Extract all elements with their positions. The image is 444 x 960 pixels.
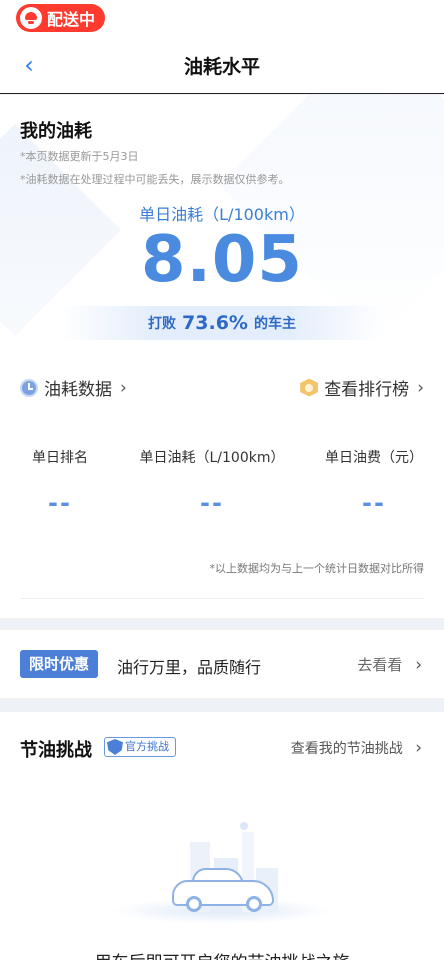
- clock-icon: [20, 378, 38, 397]
- fuel-summary-card: 我的油耗 *本页数据更新于5月3日 *油耗数据在处理过程中可能丢失，展示数据仅供…: [0, 95, 444, 618]
- stat-value: --: [200, 489, 224, 517]
- car-wheel: [246, 896, 262, 912]
- challenge-title: 节油挑战: [20, 740, 92, 761]
- decor-dot: [240, 822, 248, 830]
- disclaimer-note: *油耗数据在处理过程中可能丢失，展示数据仅供参考。: [20, 173, 290, 186]
- promo-tag: 限时优惠: [20, 650, 99, 678]
- chevron-right-icon: ›: [120, 377, 127, 398]
- beat-suffix: 的车主: [253, 316, 296, 332]
- chevron-right-icon: ›: [417, 377, 424, 398]
- fuel-data-label: 油耗数据: [44, 380, 112, 400]
- chevron-right-icon: ›: [415, 655, 422, 675]
- car-wheel: [186, 896, 202, 912]
- divider: [20, 598, 424, 599]
- stat-value: --: [48, 489, 72, 517]
- promo-text: 油行万里，品质随行: [117, 658, 262, 677]
- delivery-logo-icon: [20, 7, 42, 29]
- status-strip: 配送中: [0, 0, 444, 36]
- stat-daily-cost: 单日油费（元） --: [318, 447, 430, 517]
- car-illustration: [110, 822, 334, 932]
- challenge-link-label: 查看我的节油挑战: [290, 741, 403, 757]
- beat-percentage-bar: 打败 73.6% 的车主: [60, 306, 384, 340]
- section-title: 我的油耗: [20, 121, 92, 142]
- stat-daily-consumption: 单日油耗（L/100km） --: [134, 447, 290, 517]
- stat-value: --: [362, 489, 386, 517]
- metric-label: 单日油耗（L/100km）: [139, 205, 305, 224]
- promo-banner[interactable]: 限时优惠 油行万里，品质随行 去看看 ›: [0, 630, 444, 698]
- update-note: *本页数据更新于5月3日: [20, 150, 139, 163]
- ranking-label: 查看排行榜: [324, 380, 410, 400]
- navbar: ‹ 油耗水平: [0, 36, 444, 94]
- fuel-data-link[interactable]: 油耗数据 ›: [20, 375, 127, 400]
- stat-label: 单日油耗（L/100km）: [139, 450, 285, 466]
- fuel-consumption-value: 8.05: [141, 223, 303, 297]
- promo-link-label: 去看看: [357, 656, 403, 674]
- challenge-card: 节油挑战 官方挑战 查看我的节油挑战 › 用车后即可开启您的节油挑战之旅: [0, 712, 444, 960]
- ranking-link[interactable]: 查看排行榜 ›: [300, 375, 424, 400]
- stat-label: 单日排名: [32, 450, 88, 466]
- delivery-badge[interactable]: 配送中: [16, 4, 106, 32]
- my-challenge-link[interactable]: 查看我的节油挑战 ›: [291, 738, 422, 758]
- page-title: 油耗水平: [183, 56, 260, 78]
- medal-icon: [300, 378, 319, 397]
- delivery-label: 配送中: [47, 10, 96, 29]
- beat-prefix: 打败: [148, 316, 177, 332]
- empty-state-text: 用车后即可开启您的节油挑战之旅: [0, 948, 444, 960]
- official-challenge-badge: 官方挑战: [104, 737, 176, 757]
- stats-footnote: *以上数据均为与上一个统计日数据对比所得: [209, 562, 425, 575]
- stat-daily-rank: 单日排名 --: [20, 447, 100, 517]
- chevron-right-icon: ›: [415, 738, 422, 758]
- beat-percent: 73.6%: [182, 312, 248, 334]
- badge-label: 官方挑战: [125, 740, 169, 753]
- promo-link[interactable]: 去看看 ›: [357, 654, 422, 675]
- stat-label: 单日油费（元）: [325, 450, 423, 466]
- shield-icon: [107, 739, 123, 755]
